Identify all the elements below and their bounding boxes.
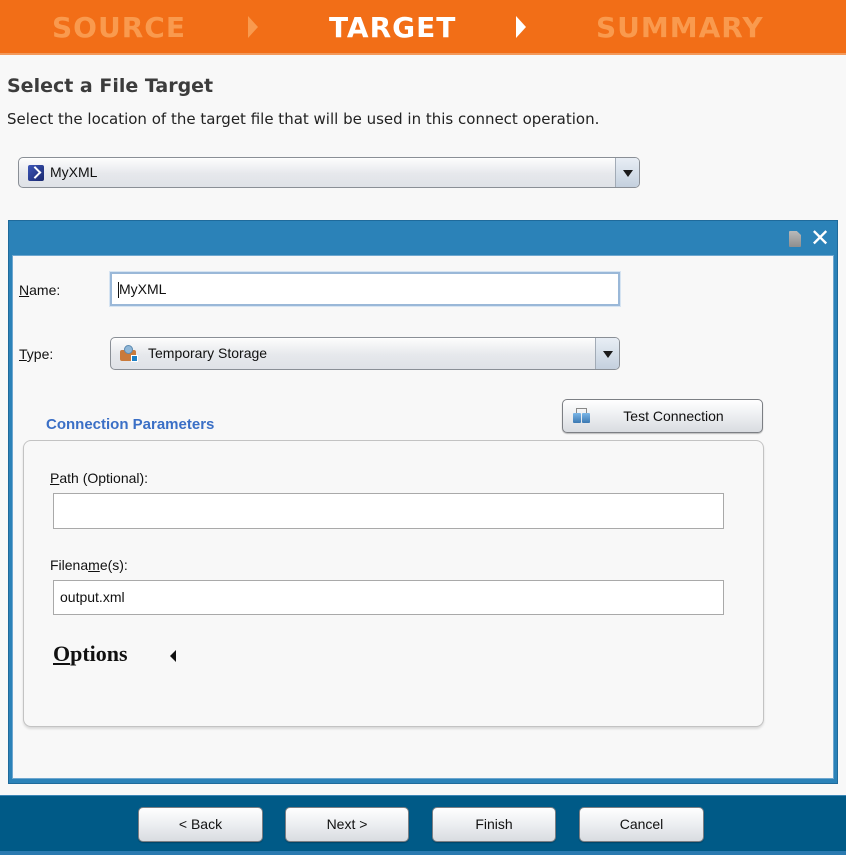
test-connection-icon [573,408,591,424]
options-toggle[interactable]: Options [53,641,128,667]
close-icon[interactable]: ✕ [808,225,832,251]
chevron-down-icon[interactable] [595,338,619,369]
temporary-storage-icon [120,345,138,362]
type-select-value: Temporary Storage [148,345,268,361]
target-select-value: MyXML [50,164,98,180]
type-label: Type: [19,346,54,362]
wizard-steps: SOURCE TARGET SUMMARY [0,0,846,55]
step-target: TARGET [329,11,457,44]
type-select[interactable]: Temporary Storage [110,337,620,370]
page-subtitle: Select the location of the target file t… [7,110,600,128]
connection-parameters-title: Connection Parameters [46,416,215,433]
next-button[interactable]: Next > [285,807,409,842]
step-arrow-icon [248,16,258,38]
path-label: Path (Optional): [50,470,149,486]
cancel-button[interactable]: Cancel [579,807,704,842]
filename-input[interactable]: output.xml [53,580,724,615]
xml-file-icon [28,165,44,181]
wizard-footer [0,795,846,855]
name-input[interactable]: MyXML [110,272,620,306]
save-icon[interactable] [789,231,801,247]
test-connection-button[interactable]: Test Connection [562,399,763,433]
finish-button[interactable]: Finish [432,807,556,842]
chevron-down-icon[interactable] [615,158,639,187]
page-title: Select a File Target [7,75,214,97]
step-source: SOURCE [52,11,186,44]
target-select[interactable]: MyXML [18,157,640,188]
step-summary: SUMMARY [596,11,764,44]
step-arrow-icon [516,16,526,38]
back-button[interactable]: < Back [138,807,263,842]
path-input[interactable] [53,493,724,529]
panel-header: ✕ [9,221,837,255]
chevron-left-icon[interactable] [170,650,176,662]
name-label: Name: [19,282,61,298]
filename-label: Filename(s): [50,557,128,573]
